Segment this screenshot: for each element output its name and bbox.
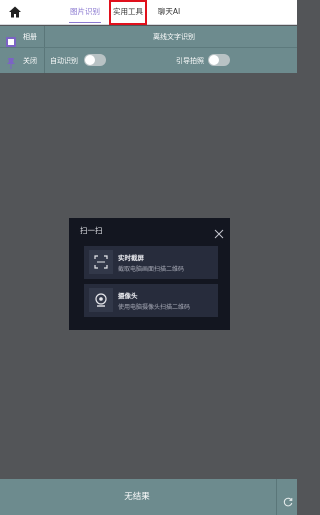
- home-icon[interactable]: [8, 4, 22, 18]
- tab-utility-tools[interactable]: 实用工具: [109, 0, 147, 25]
- album-icon: [6, 32, 16, 47]
- screen-capture-icon: [89, 250, 113, 274]
- pin-icon: [6, 54, 16, 69]
- dialog-title: 扫一扫: [80, 226, 103, 235]
- divider: [276, 479, 277, 515]
- guide-photo-label: 引导拍照: [176, 57, 204, 65]
- option-subtitle: 截取电脑画面扫描二维码: [118, 266, 185, 273]
- tab-chat-ai[interactable]: 聊天AI: [152, 0, 186, 25]
- toolbar-row-top: 相册 离线文字识别: [0, 26, 297, 48]
- auto-recognize-toggle[interactable]: [84, 54, 106, 66]
- option-subtitle: 使用电脑摄像头扫描二维码: [118, 304, 191, 311]
- offline-ocr-button[interactable]: 离线文字识别: [153, 32, 195, 42]
- camera-option[interactable]: 摄像头 使用电脑摄像头扫描二维码: [84, 284, 218, 317]
- tab-image-recognition[interactable]: 图片识别: [66, 0, 104, 25]
- toolbar-row-bottom: 关闭 自动识别 引导拍照: [0, 48, 297, 73]
- top-tab-bar: 图片识别 实用工具 聊天AI: [0, 0, 297, 25]
- result-bar: 无结果: [0, 479, 297, 515]
- refresh-icon[interactable]: [283, 492, 293, 507]
- divider: [44, 48, 45, 73]
- screen-capture-option[interactable]: 实时截屏 截取电脑画面扫描二维码: [84, 246, 218, 279]
- guide-photo-toggle[interactable]: [208, 54, 230, 66]
- album-button[interactable]: 相册: [23, 32, 37, 42]
- toggle-knob: [85, 55, 95, 65]
- divider: [44, 26, 45, 47]
- camera-icon: [89, 288, 113, 312]
- close-icon[interactable]: [214, 224, 224, 239]
- toggle-knob: [209, 55, 219, 65]
- option-title: 实时截屏: [118, 254, 144, 262]
- option-title: 摄像头: [118, 292, 138, 300]
- auto-recognize-label: 自动识别: [50, 57, 78, 65]
- close-button[interactable]: 关闭: [23, 56, 37, 66]
- result-text: 无结果: [124, 492, 150, 502]
